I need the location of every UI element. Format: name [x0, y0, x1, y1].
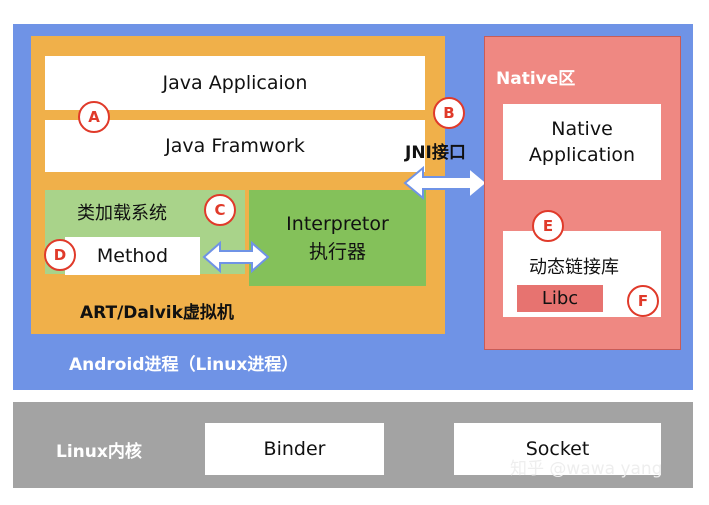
libc-box: Libc — [517, 285, 603, 312]
marker-c: C — [204, 194, 236, 226]
java-application-label: Java Applicaion — [162, 72, 308, 94]
native-area-title: Native区 — [496, 69, 576, 89]
interpreter-box: Interpretor 执行器 — [249, 190, 426, 286]
interpreter-label-line1: Interpretor — [286, 213, 389, 235]
linux-kernel-label: Linux内核 — [56, 442, 142, 462]
interpreter-label-line2: 执行器 — [308, 241, 366, 263]
java-framework-label: Java Framwork — [165, 135, 305, 157]
native-application-box: Native Application — [503, 104, 661, 180]
java-application-box: Java Applicaion — [45, 56, 425, 110]
marker-f: F — [627, 285, 659, 317]
method-box: Method — [65, 237, 200, 275]
jni-label: JNI接口 — [405, 143, 466, 163]
marker-b: B — [433, 97, 465, 129]
method-label: Method — [96, 245, 169, 267]
libc-label: Libc — [541, 288, 579, 309]
marker-e: E — [532, 210, 564, 242]
dynamic-library-label: 动态链接库 — [529, 257, 619, 278]
binder-box: Binder — [205, 423, 384, 475]
native-application-line1: Native — [551, 118, 613, 140]
native-application-line2: Application — [528, 144, 636, 166]
marker-a: A — [78, 101, 110, 133]
jni-arrow — [403, 165, 489, 201]
binder-label: Binder — [263, 438, 326, 460]
android-process-label: Android进程（Linux进程） — [69, 355, 299, 375]
method-interpreter-arrow — [202, 240, 270, 274]
watermark: 知乎 @wawa yang — [510, 459, 663, 479]
art-vm-label: ART/Dalvik虚拟机 — [80, 303, 234, 323]
class-loader-label: 类加载系统 — [77, 203, 167, 224]
marker-d: D — [44, 239, 76, 271]
